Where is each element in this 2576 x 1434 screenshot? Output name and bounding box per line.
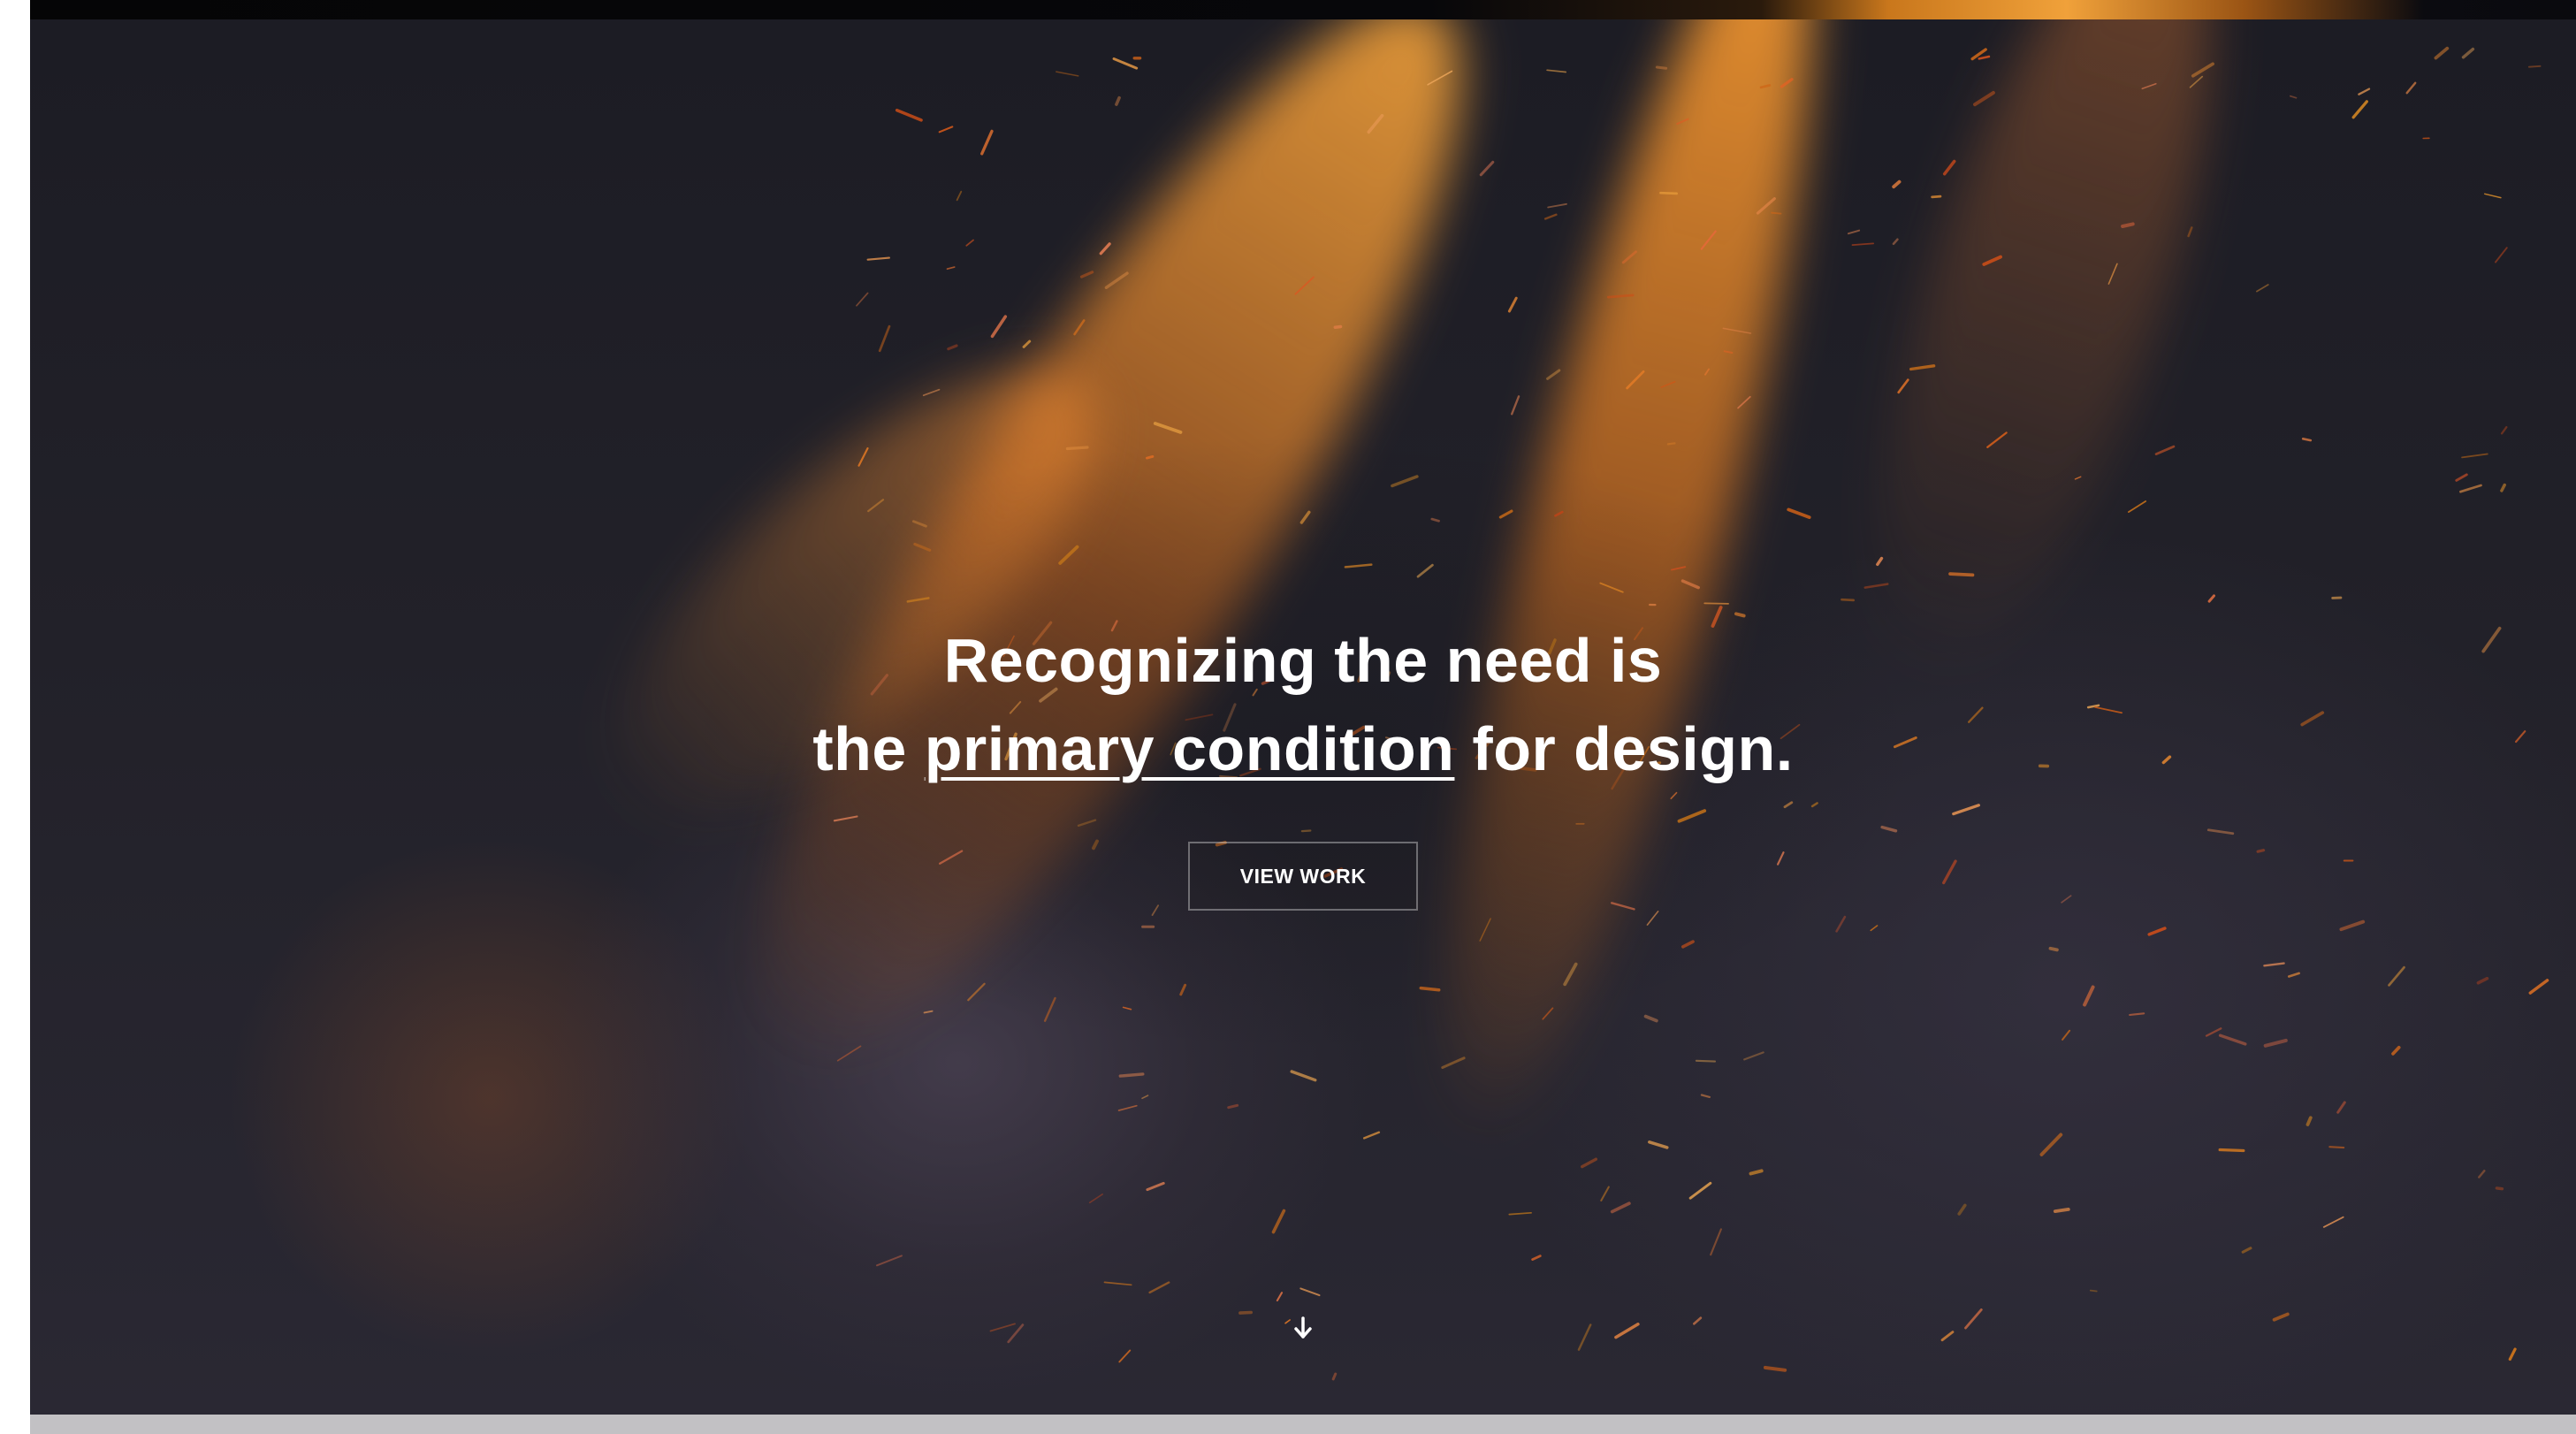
bottom-edge-strip [30,1415,2576,1434]
page-left-margin [0,0,30,1434]
headline-line-2: the primary condition for design. [30,705,2576,793]
arrow-down-icon[interactable] [1292,1316,1314,1340]
top-edge-strip [30,0,2576,19]
headline-line-1: Recognizing the need is [943,626,1663,695]
primary-condition-link[interactable]: primary condition [925,714,1455,783]
view-work-button[interactable]: VIEW WORK [1188,842,1418,911]
hero-headline: Recognizing the need is the primary cond… [30,616,2576,793]
headline-text: for design. [1454,714,1794,783]
headline-text: the [812,714,925,783]
hero-section: Recognizing the need is the primary cond… [30,19,2576,1415]
